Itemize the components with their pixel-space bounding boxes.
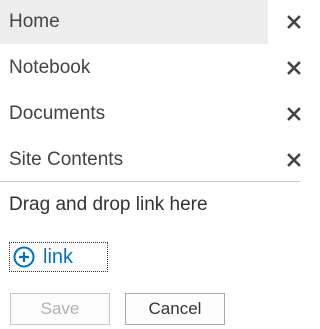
close-icon (287, 107, 301, 121)
remove-documents-button[interactable] (283, 103, 305, 125)
save-button[interactable]: Save (10, 293, 110, 325)
remove-site-contents-button[interactable] (283, 149, 305, 171)
remove-home-button[interactable] (283, 11, 305, 33)
close-icon (287, 15, 301, 29)
nav-item-home[interactable]: Home (0, 0, 268, 44)
nav-row-notebook: Notebook (0, 46, 313, 92)
nav-item-documents[interactable]: Documents (0, 92, 268, 136)
drop-zone-hint: Drag and drop link here (9, 194, 208, 215)
remove-notebook-button[interactable] (283, 57, 305, 79)
edit-links-panel: Home Notebook Documents Site Contents Dr… (0, 0, 313, 329)
close-icon (287, 61, 301, 75)
nav-row-home: Home (0, 0, 313, 46)
nav-row-documents: Documents (0, 92, 313, 138)
nav-item-site-contents[interactable]: Site Contents (0, 138, 268, 182)
plus-circle-icon (13, 246, 35, 268)
nav-links-list: Home Notebook Documents Site Contents (0, 0, 313, 184)
nav-item-notebook[interactable]: Notebook (0, 46, 268, 90)
close-icon (287, 153, 301, 167)
divider (0, 181, 300, 182)
cancel-button[interactable]: Cancel (125, 293, 225, 325)
add-link-label: link (43, 245, 74, 268)
add-link-button[interactable]: link (9, 242, 108, 272)
nav-row-site-contents: Site Contents (0, 138, 313, 184)
